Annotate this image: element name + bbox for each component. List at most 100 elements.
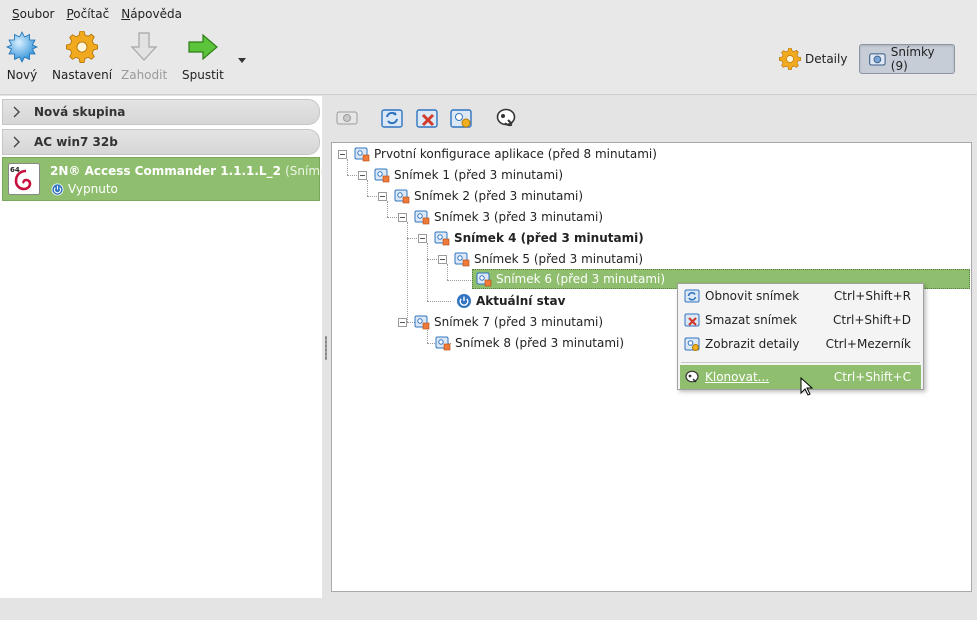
delete-snapshot-icon [684, 313, 700, 327]
snapshot-node[interactable]: Snímek 7 (před 3 minutami) [398, 312, 603, 332]
chevron-right-icon[interactable] [11, 136, 23, 148]
snapshot-context-menu: Obnovit snímek Ctrl+Shift+R Smazat sníme… [677, 283, 924, 390]
power-off-icon [51, 183, 64, 195]
snapshot-node[interactable]: Snímek 5 (před 3 minutami) [438, 249, 643, 269]
new-vm-icon [6, 31, 38, 63]
snapshot-node-label: Snímek 2 (před 3 minutami) [414, 189, 584, 203]
menu-file[interactable]: Soubor [12, 5, 54, 23]
collapse-toggle-icon[interactable] [338, 149, 347, 159]
vm-state-label: Vypnuto [68, 182, 118, 196]
snapshot-node-label: Snímek 4 (před 3 minutami) [454, 231, 644, 245]
snapshot-icon [414, 315, 430, 330]
snapshots-view-label: Snímky (9) [890, 45, 935, 73]
menu-help[interactable]: Nápověda [121, 5, 182, 23]
snapshot-icon [434, 231, 450, 246]
vm-group-label: Nová skupina [34, 105, 126, 119]
ctx-item-shortcut: Ctrl+Mezerník [825, 337, 911, 351]
camera-icon [869, 53, 886, 66]
menu-bar: Soubor Počítač Nápověda [0, 0, 977, 27]
details-view-button[interactable]: Detaily [770, 44, 856, 74]
clone-icon [685, 370, 699, 383]
start-label: Spustit [182, 68, 224, 82]
vm-group-item[interactable]: AC win7 32b [2, 129, 320, 155]
vm-name: 2N® Access Commander 1.1.1.L_2 [50, 164, 281, 178]
status-bar [0, 598, 977, 620]
settings-button[interactable]: Nastavení [52, 31, 112, 91]
clone-icon[interactable] [494, 106, 518, 130]
snapshot-node[interactable]: Prvotní konfigurace aplikace (před 8 min… [338, 144, 657, 164]
ctx-item-label: Smazat snímek [705, 313, 798, 327]
restore-snapshot-icon[interactable] [380, 106, 404, 130]
ctx-item-label: Obnovit snímek [705, 289, 800, 303]
snapshot-details-icon[interactable] [449, 106, 473, 130]
snapshots-view-button[interactable]: Snímky (9) [859, 44, 955, 74]
mouse-cursor-icon [800, 377, 814, 396]
take-snapshot-icon[interactable] [335, 106, 359, 130]
discard-button[interactable]: Zahodit [121, 31, 167, 91]
arrow-down-icon [130, 32, 158, 61]
snapshot-node[interactable]: Snímek 3 (před 3 minutami) [398, 207, 603, 227]
vm-list: Nová skupina AC win7 32b 64 2N® Access C… [0, 96, 351, 598]
start-button[interactable]: Spustit [182, 31, 224, 91]
collapse-toggle-icon[interactable] [378, 191, 387, 201]
collapse-toggle-icon[interactable] [358, 170, 367, 180]
snapshot-details-icon [684, 337, 700, 351]
snapshot-node-label: Snímek 3 (před 3 minutami) [434, 210, 604, 224]
snapshot-icon [435, 336, 451, 351]
menu-machine[interactable]: Počítač [66, 5, 109, 23]
new-vm-button[interactable]: Nový [6, 31, 38, 91]
panel-splitter[interactable] [322, 96, 330, 598]
collapse-toggle-icon[interactable] [398, 212, 407, 222]
snapshot-icon [414, 210, 430, 225]
snapshot-node-label: Snímek 1 (před 3 minutami) [394, 168, 564, 182]
ctx-item-label: Klonovat... [705, 370, 770, 384]
vm-group-item[interactable]: Nová skupina [2, 99, 320, 125]
new-vm-label: Nový [6, 68, 38, 82]
discard-label: Zahodit [121, 68, 168, 82]
snapshot-icon [374, 168, 390, 183]
snapshot-node[interactable]: Snímek 1 (před 3 minutami) [358, 165, 563, 185]
collapse-toggle-icon[interactable] [418, 233, 427, 243]
snapshot-node[interactable]: Snímek 8 (před 3 minutami) [435, 333, 624, 353]
snapshot-node-label: Snímek 8 (před 3 minutami) [455, 336, 625, 350]
collapse-toggle-icon[interactable] [438, 254, 447, 264]
ctx-show-details[interactable]: Zobrazit detaily Ctrl+Mezerník [680, 332, 921, 356]
vm-group-label: AC win7 32b [34, 135, 118, 149]
os-64bit-badge: 64 [10, 166, 20, 174]
gear-icon [66, 31, 99, 63]
snapshot-node-label: Snímek 7 (před 3 minutami) [434, 315, 604, 329]
gear-icon [779, 48, 801, 70]
ctx-delete-snapshot[interactable]: Smazat snímek Ctrl+Shift+D [680, 308, 921, 332]
ctx-item-label: Zobrazit detaily [705, 337, 800, 351]
main-toolbar: Nový Nastavení Zahodit Spustit Detaily S… [0, 27, 977, 95]
current-state-label: Aktuální stav [476, 294, 566, 308]
collapse-toggle-icon[interactable] [398, 317, 407, 327]
ctx-item-shortcut: Ctrl+Shift+D [833, 313, 911, 327]
current-state-node[interactable]: Aktuální stav [456, 291, 565, 311]
debian-os-icon: 64 [8, 163, 40, 195]
ctx-item-shortcut: Ctrl+Shift+C [833, 370, 911, 384]
snapshot-icon [476, 272, 492, 287]
snapshot-node-label: Prvotní konfigurace aplikace (před 8 min… [374, 147, 657, 161]
vm-state: Vypnuto [51, 182, 118, 196]
snapshot-icon [454, 252, 470, 267]
delete-snapshot-icon[interactable] [415, 106, 439, 130]
arrow-right-icon [188, 33, 218, 61]
snapshot-node[interactable]: Snímek 2 (před 3 minutami) [378, 186, 583, 206]
start-dropdown-arrow-icon[interactable] [236, 55, 248, 65]
restore-snapshot-icon [684, 289, 700, 303]
snapshot-node-current-base[interactable]: Snímek 4 (před 3 minutami) [418, 228, 644, 248]
chevron-right-icon[interactable] [11, 106, 23, 118]
settings-label: Nastavení [52, 68, 113, 82]
ctx-restore-snapshot[interactable]: Obnovit snímek Ctrl+Shift+R [680, 284, 921, 308]
vm-name-line: 2N® Access Commander 1.1.1.L_2 (Snímek 4… [50, 164, 351, 178]
snapshot-icon [394, 189, 410, 204]
snapshot-icon [354, 147, 370, 162]
snapshot-node-label: Snímek 6 (před 3 minutami) [496, 272, 666, 286]
details-view-label: Detaily [805, 52, 848, 66]
ctx-separator [681, 362, 920, 363]
ctx-item-shortcut: Ctrl+Shift+R [833, 289, 911, 303]
splitter-grip[interactable] [325, 336, 327, 360]
vm-list-item-selected[interactable]: 64 2N® Access Commander 1.1.1.L_2 (Sníme… [2, 157, 351, 201]
snapshot-node-label: Snímek 5 (před 3 minutami) [474, 252, 644, 266]
